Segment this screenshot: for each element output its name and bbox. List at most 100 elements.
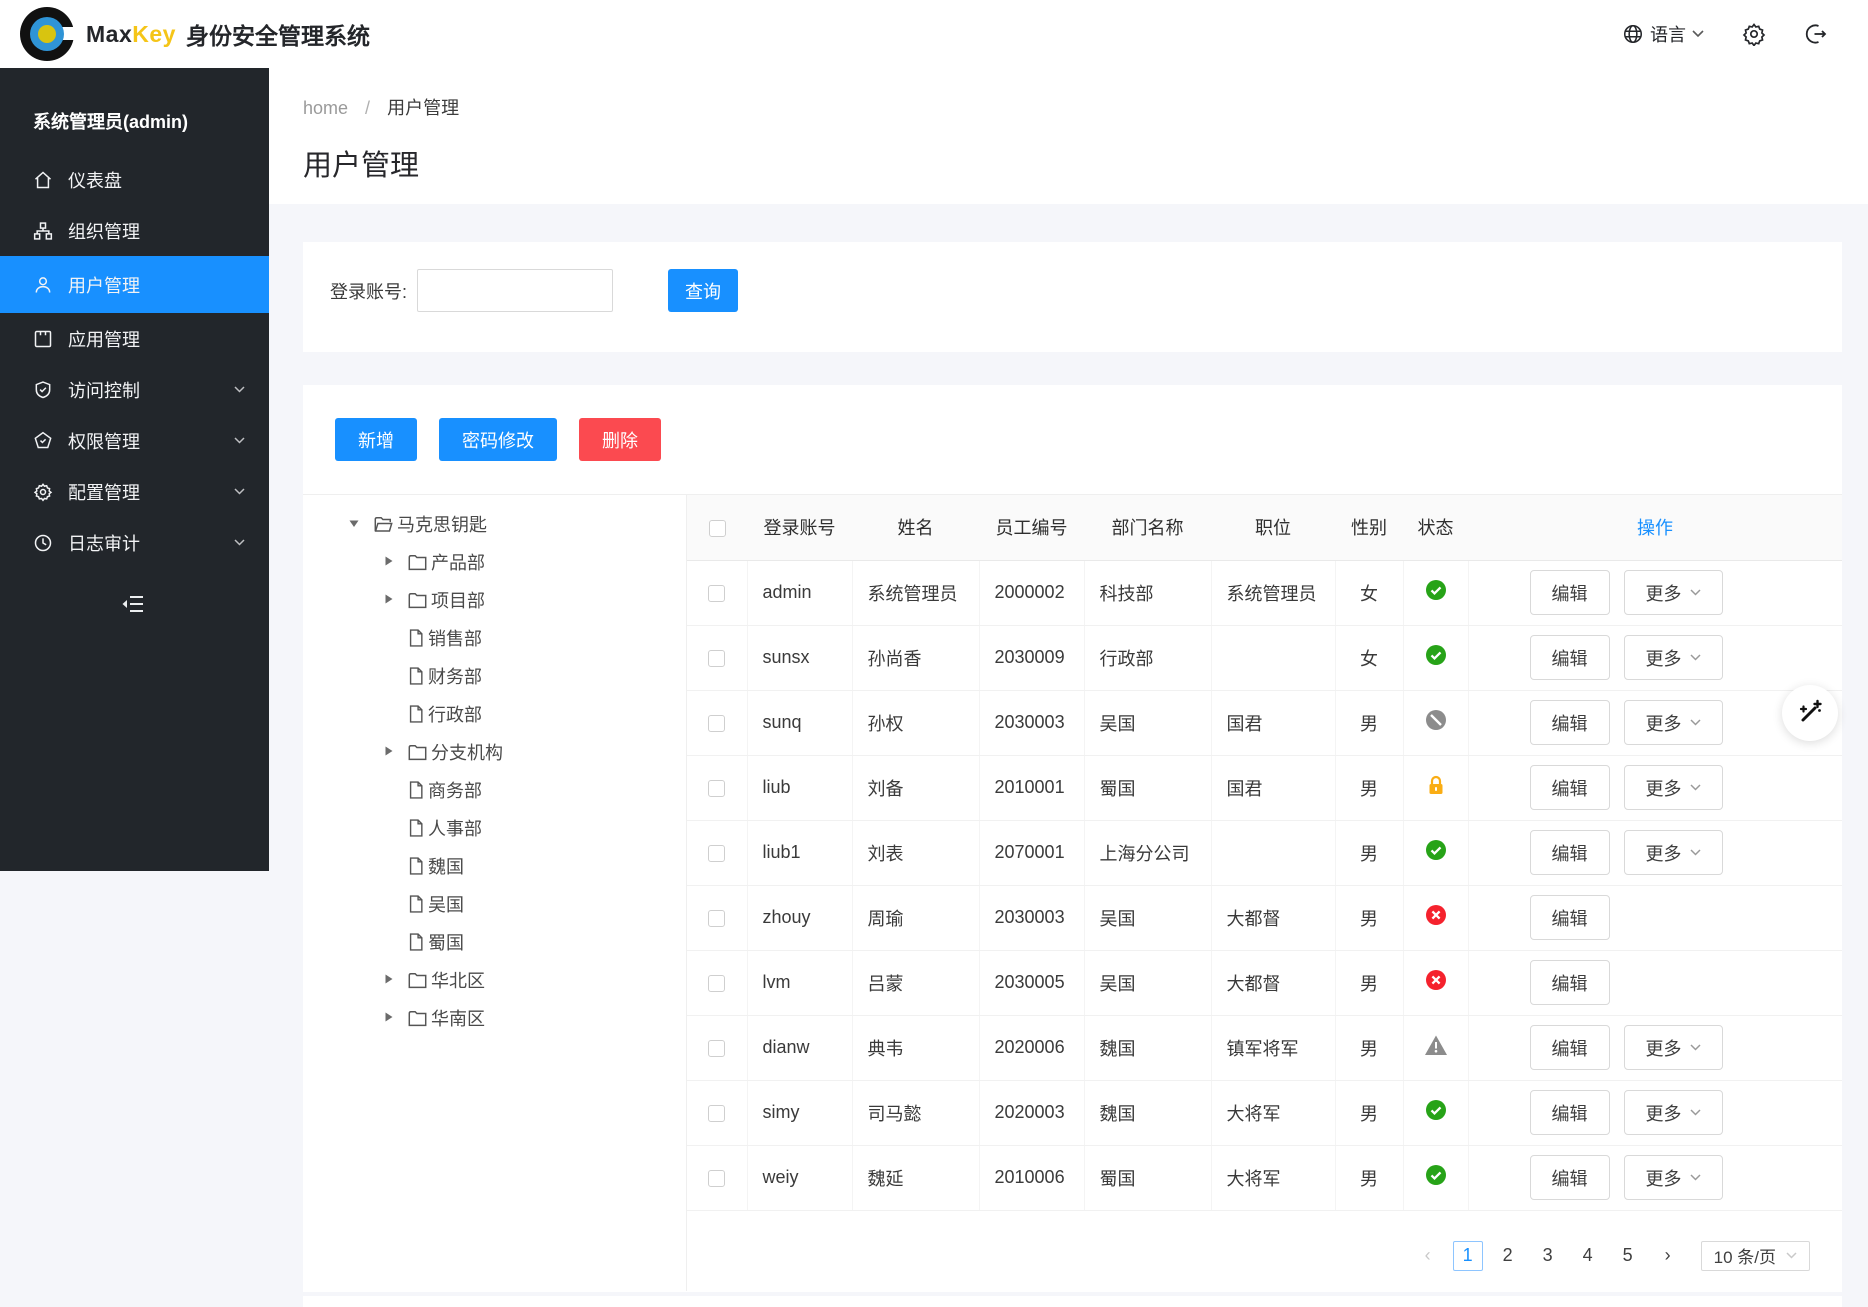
more-button[interactable]: 更多 — [1624, 1090, 1723, 1135]
language-switcher[interactable]: 语言 — [1622, 21, 1704, 47]
cell-account: lvm — [747, 950, 852, 1015]
row-checkbox[interactable] — [708, 1170, 725, 1187]
caret-down-icon[interactable] — [347, 514, 361, 535]
caret-right-icon[interactable] — [381, 970, 395, 991]
edit-button[interactable]: 编辑 — [1530, 765, 1610, 810]
user-table-area: 登录账号 姓名 员工编号 部门名称 职位 性别 状态 操作 admin 系统管理… — [687, 495, 1842, 1291]
sidebar-item-config[interactable]: 配置管理 — [0, 466, 269, 517]
cell-name: 周瑜 — [852, 885, 979, 950]
edit-button[interactable]: 编辑 — [1530, 635, 1610, 680]
tree-node[interactable]: 商务部 — [303, 771, 686, 809]
col-header-actions: 操作 — [1468, 495, 1842, 560]
chevron-down-icon — [1692, 30, 1704, 38]
menu-fold-icon — [120, 603, 146, 620]
tree-node[interactable]: 华南区 — [303, 999, 686, 1037]
more-button[interactable]: 更多 — [1624, 1025, 1723, 1070]
logout-icon — [1804, 22, 1828, 46]
cell-gender: 男 — [1335, 1145, 1403, 1210]
sidebar-item-users[interactable]: 用户管理 — [0, 256, 269, 313]
pagination-next[interactable]: › — [1653, 1241, 1683, 1271]
row-checkbox[interactable] — [708, 585, 725, 602]
edit-button[interactable]: 编辑 — [1530, 830, 1610, 875]
logout-button[interactable] — [1804, 22, 1828, 46]
pagination-page-4[interactable]: 4 — [1573, 1241, 1603, 1271]
query-button[interactable]: 查询 — [668, 269, 738, 312]
edit-button[interactable]: 编辑 — [1530, 700, 1610, 745]
more-button[interactable]: 更多 — [1624, 830, 1723, 875]
breadcrumb-home-link[interactable]: home — [303, 98, 348, 118]
edit-button[interactable]: 编辑 — [1530, 1025, 1610, 1070]
row-checkbox[interactable] — [708, 715, 725, 732]
tree-node[interactable]: 项目部 — [303, 581, 686, 619]
cell-employee_no: 2070001 — [979, 820, 1084, 885]
edit-button[interactable]: 编辑 — [1530, 895, 1610, 940]
brand[interactable]: MaxKey 身份安全管理系统 — [0, 5, 370, 63]
row-checkbox[interactable] — [708, 780, 725, 797]
more-button[interactable]: 更多 — [1624, 1155, 1723, 1200]
theme-fab-button[interactable] — [1782, 685, 1838, 741]
settings-button[interactable] — [1742, 22, 1766, 46]
cell-department: 科技部 — [1084, 560, 1211, 625]
tree-node[interactable]: 魏国 — [303, 847, 686, 885]
select-all-checkbox[interactable] — [709, 520, 726, 537]
more-button[interactable]: 更多 — [1624, 700, 1723, 745]
cell-employee_no: 2010001 — [979, 755, 1084, 820]
more-button[interactable]: 更多 — [1624, 765, 1723, 810]
sidebar-item-organization[interactable]: 组织管理 — [0, 205, 269, 256]
sidebar-item-applications[interactable]: 应用管理 — [0, 313, 269, 364]
tree-node[interactable]: 财务部 — [303, 657, 686, 695]
tree-node[interactable]: 销售部 — [303, 619, 686, 657]
pagination-page-5[interactable]: 5 — [1613, 1241, 1643, 1271]
edit-button[interactable]: 编辑 — [1530, 960, 1610, 1005]
sidebar-item-access[interactable]: 访问控制 — [0, 364, 269, 415]
edit-button[interactable]: 编辑 — [1530, 1155, 1610, 1200]
cell-employee_no: 2030005 — [979, 950, 1084, 1015]
sidebar-item-dashboard[interactable]: 仪表盘 — [0, 154, 269, 205]
tree-node[interactable]: 产品部 — [303, 543, 686, 581]
cell-name: 刘备 — [852, 755, 979, 820]
row-checkbox[interactable] — [708, 650, 725, 667]
edit-button[interactable]: 编辑 — [1530, 1090, 1610, 1135]
tree-node-label: 财务部 — [428, 663, 482, 689]
cell-account: liub1 — [747, 820, 852, 885]
more-button[interactable]: 更多 — [1624, 570, 1723, 615]
edit-button[interactable]: 编辑 — [1530, 570, 1610, 615]
caret-right-icon[interactable] — [381, 742, 395, 763]
page-size-select[interactable]: 10 条/页 — [1701, 1241, 1810, 1271]
pagination-page-2[interactable]: 2 — [1493, 1241, 1523, 1271]
tree-node[interactable]: 蜀国 — [303, 923, 686, 961]
more-button[interactable]: 更多 — [1624, 635, 1723, 680]
row-checkbox[interactable] — [708, 1105, 725, 1122]
sidebar-user-title: 系统管理员(admin) — [33, 108, 269, 134]
tree-node[interactable]: 马克思钥匙 — [303, 505, 686, 543]
pagination-page-3[interactable]: 3 — [1533, 1241, 1563, 1271]
pagination-page-1[interactable]: 1 — [1453, 1241, 1483, 1271]
row-checkbox[interactable] — [708, 910, 725, 927]
sidebar-item-permissions[interactable]: 权限管理 — [0, 415, 269, 466]
caret-right-icon[interactable] — [381, 590, 395, 611]
login-account-input[interactable] — [417, 269, 613, 312]
tree-node[interactable]: 行政部 — [303, 695, 686, 733]
change-password-button[interactable]: 密码修改 — [439, 418, 557, 461]
sidebar-item-label: 组织管理 — [68, 218, 140, 244]
cell-account: simy — [747, 1080, 852, 1145]
caret-right-icon[interactable] — [381, 1008, 395, 1029]
row-checkbox[interactable] — [708, 845, 725, 862]
delete-button[interactable]: 删除 — [579, 418, 661, 461]
menu-collapse-button[interactable] — [0, 592, 269, 621]
row-checkbox[interactable] — [708, 1040, 725, 1057]
sidebar-item-audit[interactable]: 日志审计 — [0, 517, 269, 568]
status-warning-icon — [1424, 1034, 1448, 1056]
tree-node[interactable]: 人事部 — [303, 809, 686, 847]
row-checkbox[interactable] — [708, 975, 725, 992]
file-icon — [407, 894, 425, 914]
chevron-down-icon — [1690, 654, 1701, 661]
add-button[interactable]: 新增 — [335, 418, 417, 461]
pagination-prev[interactable]: ‹ — [1413, 1241, 1443, 1271]
tree-node[interactable]: 分支机构 — [303, 733, 686, 771]
cell-position: 大都督 — [1211, 950, 1335, 1015]
tree-node[interactable]: 吴国 — [303, 885, 686, 923]
tree-node[interactable]: 华北区 — [303, 961, 686, 999]
caret-right-icon[interactable] — [381, 552, 395, 573]
cell-name: 司马懿 — [852, 1080, 979, 1145]
